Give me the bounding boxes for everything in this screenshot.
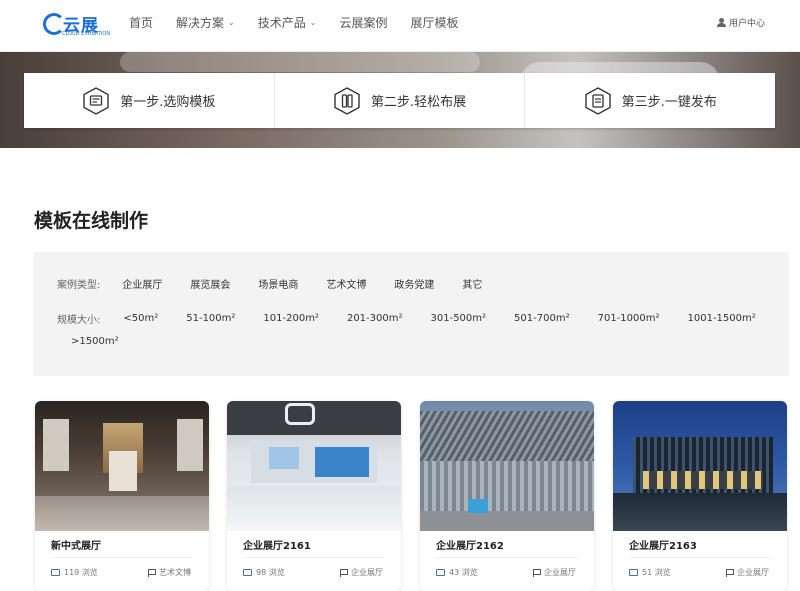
template-card[interactable]: 企业展厅2162 43 浏览 企业展厅 [420,401,594,591]
filter-label: 规模大小: [57,315,101,326]
step-arrange[interactable]: 第二步.轻松布展 [275,73,526,128]
filter-option[interactable]: 301-500m² [431,313,487,324]
filter-option[interactable]: 701-1000m² [598,313,660,324]
nav-item-templates[interactable]: 展厅模板 [410,14,458,31]
view-count-text: 43 浏览 [449,568,478,577]
template-grid: 新中式展厅 119 浏览 艺术文博 企业展厅2161 98 浏览 企业展厅 企业… [35,401,788,591]
template-thumbnail [227,401,401,531]
step-label: 第一步.选购模板 [120,95,216,110]
main-nav: 首页 解决方案 ⌄ 技术产品 ⌄ 云展案例 展厅模板 [129,0,481,44]
flag-icon [148,568,156,577]
divider [436,557,578,558]
view-count: 51 浏览 [629,567,671,578]
filter-label: 案例类型: [57,280,101,291]
filter-option[interactable]: 艺术文博 [326,276,366,291]
template-card[interactable]: 企业展厅2161 98 浏览 企业展厅 [227,401,401,591]
template-thumbnail [420,401,594,531]
category-text: 企业展厅 [351,568,383,577]
step-select-template[interactable]: 第一步.选购模板 [24,73,275,128]
filter-option[interactable]: 企业展厅 [122,276,162,291]
view-count: 43 浏览 [436,567,478,578]
folder-icon [51,569,60,576]
template-icon [82,86,110,115]
divider [51,557,193,558]
nav-item-solutions[interactable]: 解决方案 ⌄ [176,14,235,31]
view-count: 98 浏览 [243,567,285,578]
filter-row-type: 案例类型: 企业展厅 展览展会 场景电商 艺术文博 政务党建 其它 [57,276,510,291]
category-tag[interactable]: 企业展厅 [533,567,576,578]
category-text: 企业展厅 [737,568,769,577]
flag-icon [340,568,348,577]
template-title: 新中式展厅 [51,541,101,552]
view-count: 119 浏览 [51,567,98,578]
filter-option[interactable]: 51-100m² [186,313,235,324]
template-title: 企业展厅2162 [436,541,504,552]
filter-option[interactable]: >1500m² [71,336,119,347]
filter-panel: 案例类型: 企业展厅 展览展会 场景电商 艺术文博 政务党建 其它 规模大小: … [33,252,789,376]
nav-item-label: 技术产品 [257,15,306,30]
filter-option[interactable]: 501-700m² [514,313,570,324]
layout-icon [333,86,361,115]
publish-icon [584,86,612,115]
banner-decoration [120,52,480,72]
divider [243,557,385,558]
view-count-text: 119 浏览 [64,568,98,577]
folder-icon [629,569,638,576]
chevron-down-icon: ⌄ [228,17,235,27]
steps-bar: 第一步.选购模板 第二步.轻松布展 第三步.一键发布 [24,73,775,128]
divider [629,557,771,558]
template-card[interactable]: 企业展厅2163 51 浏览 企业展厅 [613,401,787,591]
template-title: 企业展厅2161 [243,541,311,552]
chevron-down-icon: ⌄ [309,17,317,27]
nav-item-label: 首页 [129,15,154,30]
logo-subtitle: CLOUD EXHIBITION [62,31,111,37]
filter-option[interactable]: 其它 [462,276,482,291]
flag-icon [533,568,541,577]
filter-row-size-extra: >1500m² [71,336,147,347]
template-thumbnail [613,401,787,531]
nav-item-products[interactable]: 技术产品 ⌄ [258,14,317,31]
section-title: 模板在线制作 [34,210,149,232]
logo[interactable]: 云展 CLOUD EXHIBITION [43,11,113,41]
folder-icon [436,569,445,576]
category-tag[interactable]: 企业展厅 [726,567,769,578]
filter-option[interactable]: 展览展会 [190,276,230,291]
filter-option[interactable]: 1001-1500m² [688,313,756,324]
template-card[interactable]: 新中式展厅 119 浏览 艺术文博 [35,401,209,591]
category-text: 企业展厅 [544,568,576,577]
filter-option[interactable]: 政务党建 [394,276,434,291]
template-thumbnail [35,401,209,531]
flag-icon [726,568,734,577]
nav-item-cases[interactable]: 云展案例 [339,14,387,31]
filter-option[interactable]: 101-200m² [263,313,319,324]
view-count-text: 98 浏览 [256,568,285,577]
category-tag[interactable]: 艺术文博 [148,567,191,578]
filter-option[interactable]: 场景电商 [258,276,298,291]
category-text: 艺术文博 [159,568,191,577]
view-count-text: 51 浏览 [642,568,671,577]
filter-option[interactable]: <50m² [123,313,158,324]
folder-icon [243,569,252,576]
user-center-label: 用户中心 [728,19,765,29]
step-label: 第二步.轻松布展 [370,95,467,110]
nav-item-label: 云展案例 [339,15,388,30]
nav-item-home[interactable]: 首页 [129,14,153,31]
filter-option[interactable]: 201-300m² [347,313,403,324]
category-tag[interactable]: 企业展厅 [340,567,383,578]
top-header: 云展 CLOUD EXHIBITION 首页 解决方案 ⌄ 技术产品 ⌄ 云展案例 … [0,0,800,52]
nav-item-label: 解决方案 [176,15,225,30]
step-label: 第三步.一键发布 [621,95,717,110]
step-publish[interactable]: 第三步.一键发布 [525,73,775,128]
nav-item-label: 展厅模板 [410,15,459,30]
filter-row-size: 规模大小: <50m² 51-100m² 101-200m² 201-300m²… [57,311,756,326]
user-icon [716,18,726,27]
user-center-link[interactable]: 用户中心 [716,16,765,29]
template-title: 企业展厅2163 [629,541,697,552]
